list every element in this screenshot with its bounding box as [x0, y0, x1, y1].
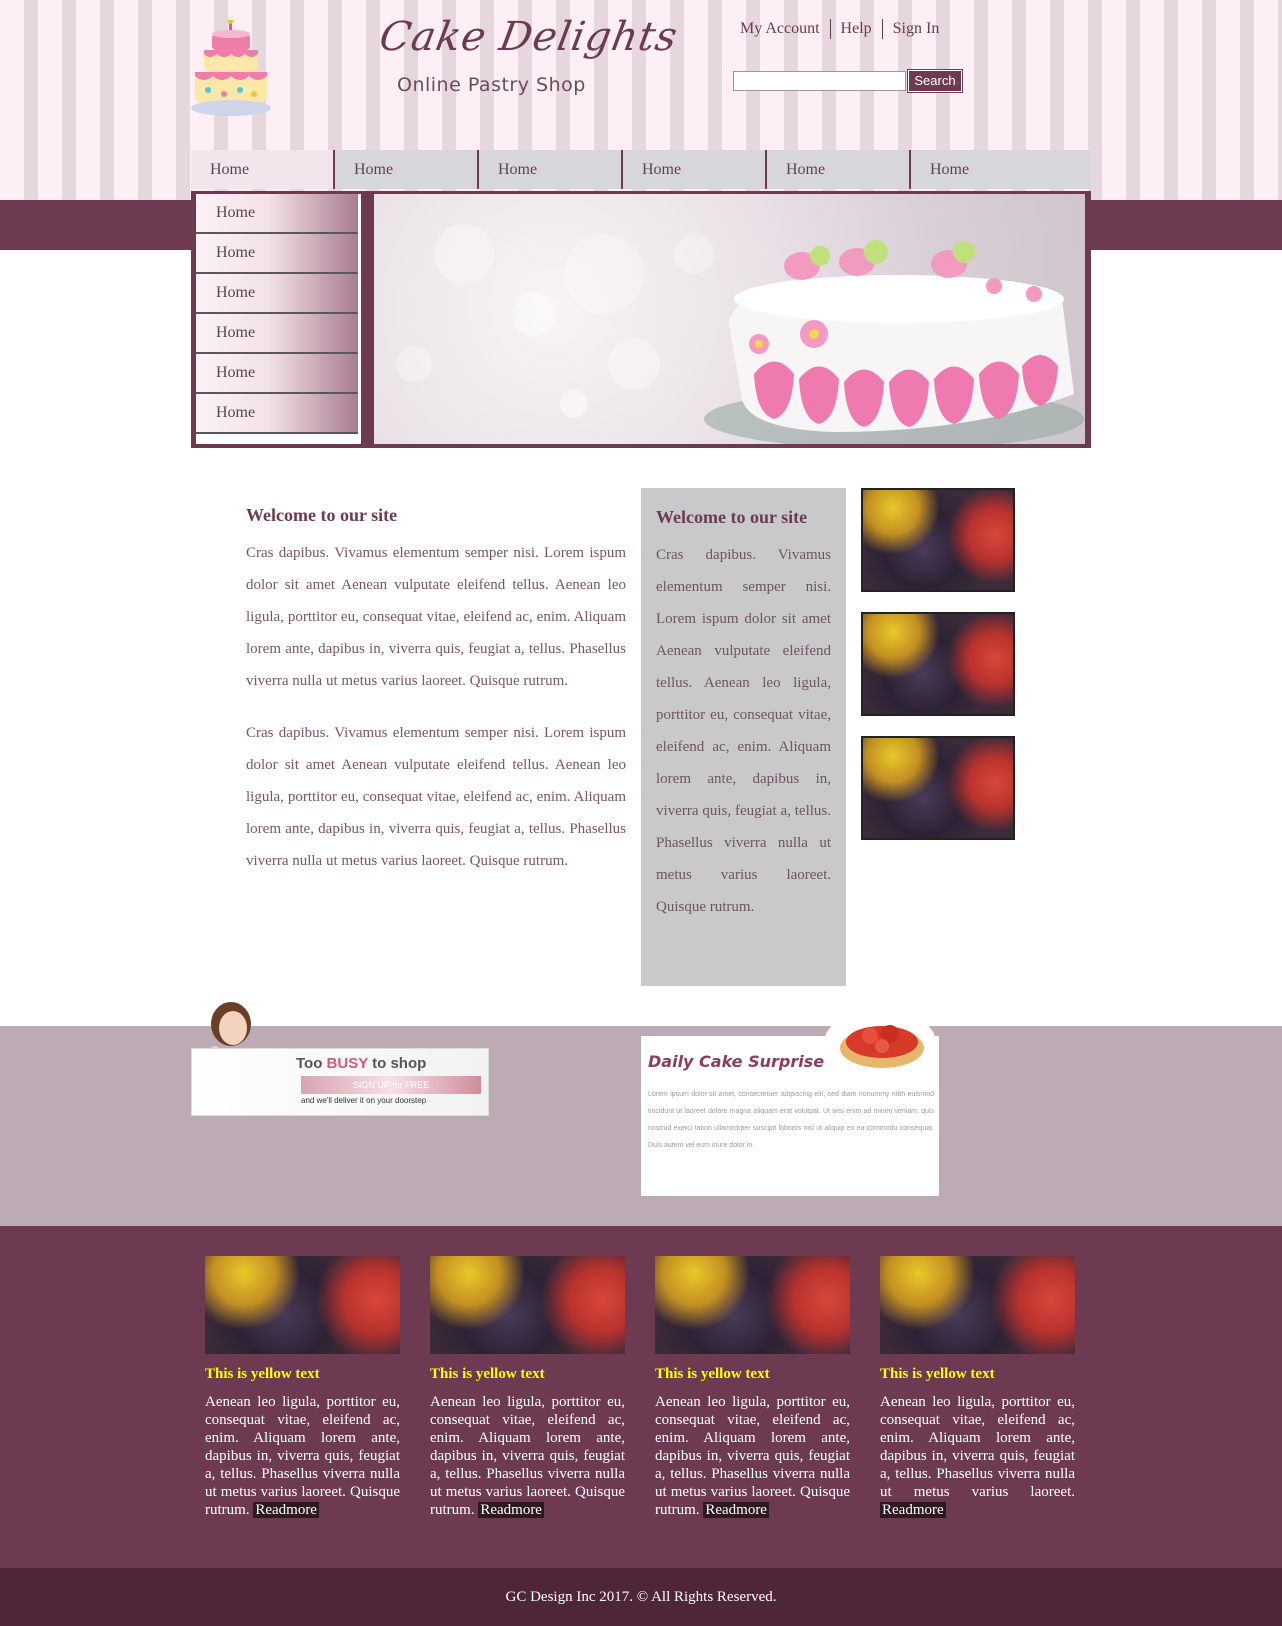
- daily-cake-text: Lorem ipsum dolor sit amet, consectetuer…: [648, 1091, 934, 1149]
- busy-headline: Too BUSY to shop: [296, 1055, 426, 1072]
- strawberry-tart-image: [824, 1009, 936, 1077]
- nav-item-home-2[interactable]: Home: [335, 150, 479, 189]
- welcome-paragraph-2: Cras dapibus. Vivamus elementum semper n…: [246, 725, 626, 869]
- busy-deliver-text: and we'll deliver it on your doorstep: [301, 1096, 427, 1105]
- sign-up-button[interactable]: SIGN UP for FREE: [301, 1076, 481, 1094]
- side-menu-item-4[interactable]: Home: [196, 314, 358, 354]
- readmore-link[interactable]: Readmore: [703, 1502, 769, 1518]
- site-title[interactable]: Cake Delights: [376, 14, 681, 60]
- card-text: Aenean leo ligula, porttitor eu, consequ…: [880, 1393, 1075, 1519]
- card-body: Aenean leo ligula, porttitor eu, consequ…: [655, 1394, 850, 1518]
- card-title: This is yellow text: [430, 1366, 545, 1382]
- cake-banner-art: [396, 224, 1084, 444]
- featured-card-4: This is yellow text Aenean leo ligula, p…: [880, 1256, 1075, 1519]
- my-account-link[interactable]: My Account: [740, 19, 831, 39]
- gallery-thumbnail-3[interactable]: [861, 736, 1015, 840]
- card-body: Aenean leo ligula, porttitor eu, consequ…: [430, 1394, 625, 1518]
- gallery-thumbnail-2[interactable]: [861, 612, 1015, 716]
- card-body: Aenean leo ligula, porttitor eu, consequ…: [205, 1394, 400, 1518]
- card-image[interactable]: [880, 1256, 1075, 1354]
- card-text: Aenean leo ligula, porttitor eu, consequ…: [655, 1393, 850, 1519]
- search-input[interactable]: [733, 71, 906, 91]
- card-image[interactable]: [655, 1256, 850, 1354]
- welcome-title: Welcome to our site: [246, 505, 398, 525]
- main-nav: Home Home Home Home Home Home: [191, 150, 1091, 189]
- berry-tart-image: [430, 1256, 625, 1354]
- side-menu-item-3[interactable]: Home: [196, 274, 358, 314]
- berry-tart-image: [880, 1256, 1075, 1354]
- welcome-section: Welcome to our site Cras dapibus. Vivamu…: [246, 505, 626, 877]
- hero-banner-image: [374, 194, 1085, 444]
- welcome-paragraph-1: Cras dapibus. Vivamus elementum semper n…: [246, 545, 626, 689]
- featured-cards-section: This is yellow text Aenean leo ligula, p…: [0, 1226, 1282, 1568]
- nav-item-home-1[interactable]: Home: [191, 150, 335, 189]
- berry-tart-image: [655, 1256, 850, 1354]
- side-menu-item-5[interactable]: Home: [196, 354, 358, 394]
- gallery-thumbnail-1[interactable]: [861, 488, 1015, 592]
- side-menu: Home Home Home Home Home Home: [196, 194, 361, 444]
- sign-in-link[interactable]: Sign In: [883, 19, 950, 39]
- sidebar-welcome-box: Welcome to our site Cras dapibus. Vivamu…: [641, 488, 846, 986]
- busy-headline-part: to shop: [367, 1055, 427, 1072]
- too-busy-banner[interactable]: Too BUSY to shop SIGN UP for FREE and we…: [191, 998, 489, 1116]
- busy-headline-part: Too: [296, 1055, 327, 1072]
- help-link[interactable]: Help: [831, 19, 883, 39]
- nav-item-home-4[interactable]: Home: [623, 150, 767, 189]
- side-menu-item-1[interactable]: Home: [196, 194, 358, 234]
- readmore-link[interactable]: Readmore: [880, 1502, 946, 1518]
- side-menu-item-2[interactable]: Home: [196, 234, 358, 274]
- berry-tart-image: [863, 738, 1013, 838]
- nav-item-home-3[interactable]: Home: [479, 150, 623, 189]
- nav-item-home-6[interactable]: Home: [911, 150, 1091, 189]
- search-button[interactable]: Search: [907, 69, 963, 93]
- card-title: This is yellow text: [655, 1366, 770, 1382]
- account-links: My Account Help Sign In: [740, 19, 949, 39]
- berry-tart-image: [863, 614, 1013, 714]
- card-title: This is yellow text: [205, 1366, 320, 1382]
- berry-tart-image: [205, 1256, 400, 1354]
- busy-headline-emphasis: BUSY: [326, 1055, 368, 1072]
- berry-tart-image: [863, 490, 1013, 590]
- sidebar-welcome-paragraph: Cras dapibus. Vivamus elementum semper n…: [656, 547, 831, 915]
- readmore-link[interactable]: Readmore: [478, 1502, 544, 1518]
- sidebar-welcome-title: Welcome to our site: [656, 507, 808, 527]
- copyright-footer: GC Design Inc 2017. © All Rights Reserve…: [0, 1568, 1282, 1626]
- card-body: Aenean leo ligula, porttitor eu, consequ…: [880, 1394, 1075, 1500]
- featured-card-3: This is yellow text Aenean leo ligula, p…: [655, 1256, 850, 1519]
- featured-card-1: This is yellow text Aenean leo ligula, p…: [205, 1256, 400, 1519]
- cake-logo-icon[interactable]: [190, 20, 272, 122]
- daily-cake-title: Daily Cake Surprise: [648, 1052, 825, 1071]
- featured-card-2: This is yellow text Aenean leo ligula, p…: [430, 1256, 625, 1519]
- readmore-link[interactable]: Readmore: [253, 1502, 319, 1518]
- nav-item-home-5[interactable]: Home: [767, 150, 911, 189]
- card-title: This is yellow text: [880, 1366, 995, 1382]
- card-image[interactable]: [430, 1256, 625, 1354]
- hero-slider: Home Home Home Home Home Home: [191, 191, 1091, 448]
- card-text: Aenean leo ligula, porttitor eu, consequ…: [205, 1393, 400, 1519]
- card-image[interactable]: [205, 1256, 400, 1354]
- site-tagline: Online Pastry Shop: [397, 74, 586, 96]
- card-text: Aenean leo ligula, porttitor eu, consequ…: [430, 1393, 625, 1519]
- side-menu-item-6[interactable]: Home: [196, 394, 358, 434]
